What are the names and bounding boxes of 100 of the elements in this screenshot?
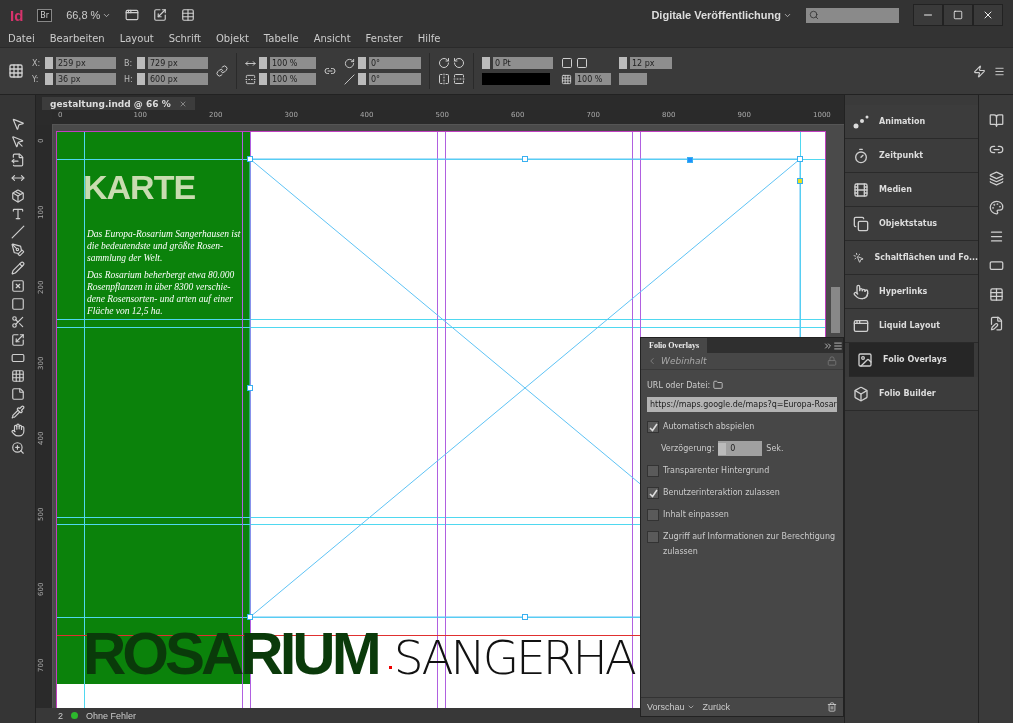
book-icon[interactable]: [988, 113, 1004, 128]
position-field[interactable]: 259 px: [56, 57, 116, 69]
rectangle-tool-icon[interactable]: [10, 297, 25, 311]
trash-icon[interactable]: [827, 702, 837, 712]
dots-icon: [853, 114, 869, 129]
table-icon[interactable]: [988, 287, 1004, 302]
menu-item[interactable]: Ansicht: [313, 33, 351, 44]
document-tab[interactable]: gestaltung.indd @ 66 %: [42, 97, 195, 110]
lightning-icon[interactable]: [973, 64, 986, 78]
field-label: URL oder Datei:: [647, 380, 711, 390]
checkbox[interactable]: [647, 531, 659, 543]
menu-item[interactable]: Schrift: [168, 33, 201, 44]
shear-field[interactable]: 0°: [369, 73, 421, 85]
maximize-button[interactable]: [943, 4, 973, 26]
scrollbar-thumb[interactable]: [831, 287, 840, 333]
rotate-ccw-icon[interactable]: [453, 57, 465, 69]
direct-selection-icon[interactable]: [10, 135, 25, 149]
preview-button[interactable]: Vorschau: [647, 702, 695, 712]
line-tool-icon[interactable]: [10, 225, 25, 239]
close-icon: [982, 9, 994, 21]
stroke-weight-field[interactable]: 0 Pt: [493, 57, 553, 69]
checkbox[interactable]: [647, 465, 659, 477]
film-icon: [853, 181, 869, 198]
checkbox-label: Benutzerinteraktion zulassen: [663, 487, 780, 499]
constrain-proportions-icon[interactable]: [216, 65, 228, 77]
pencil-tool-icon[interactable]: [10, 261, 25, 275]
checkbox-label: Transparenter Hintergrund: [663, 465, 770, 477]
search-field[interactable]: [806, 7, 899, 23]
field-label: Y:: [32, 74, 40, 84]
checkbox-label: Zugriff auf Informationen zur Berechtigung zulassen: [663, 531, 837, 558]
menu-item[interactable]: Tabelle: [263, 33, 299, 44]
rotate-angle-icon[interactable]: [344, 57, 355, 69]
eyedropper-icon[interactable]: [10, 405, 25, 419]
rotate-cw-icon[interactable]: [438, 57, 450, 69]
flip-vertical-icon[interactable]: [453, 73, 465, 85]
folder-icon[interactable]: [713, 380, 724, 390]
size-field[interactable]: 600 px: [148, 73, 208, 85]
body-paragraph: Das Europa-Rosarium Sangerhausen ist die bedeutendste und größte Rosen-sammlung der Welt.: [87, 228, 242, 264]
menu-item[interactable]: Datei: [8, 33, 35, 44]
lines-icon[interactable]: [988, 229, 1004, 244]
maximize-icon: [953, 10, 963, 20]
checkbox[interactable]: [647, 487, 659, 499]
view-options-icon[interactable]: [125, 8, 140, 22]
page-tool-icon[interactable]: [10, 153, 25, 167]
panel-tab[interactable]: Folio Overlays: [641, 338, 707, 353]
note-tool-icon[interactable]: [10, 387, 25, 401]
flip-horizontal-icon[interactable]: [438, 73, 450, 85]
url-field[interactable]: https://maps.google.de/maps?q=Europa-Rosar: [647, 397, 837, 412]
workspace-switcher[interactable]: Digitale Veröffentlichung: [651, 9, 792, 21]
checkbox[interactable]: [647, 509, 659, 521]
hand-pointer-icon: [853, 283, 869, 300]
shear-angle-icon[interactable]: [344, 73, 355, 85]
stopwatch-icon: [853, 147, 869, 164]
frame-tool-icon[interactable]: [10, 279, 25, 293]
hand-tool-icon[interactable]: [10, 423, 25, 437]
position-field[interactable]: 36 px: [56, 73, 116, 85]
menu-item[interactable]: Fenster: [365, 33, 403, 44]
menu-item[interactable]: Bearbeiten: [49, 33, 105, 44]
scale-y-field[interactable]: 100 %: [270, 73, 316, 85]
edit-icon[interactable]: [988, 316, 1004, 331]
palette-icon[interactable]: [988, 200, 1004, 215]
unit-label: Sek.: [766, 444, 784, 453]
reference-point-icon[interactable]: [8, 63, 24, 79]
rotation-field[interactable]: 0°: [369, 57, 421, 69]
collapse-icon[interactable]: [823, 340, 833, 351]
minimize-button[interactable]: [913, 4, 943, 26]
bridge-button[interactable]: Br: [37, 8, 53, 22]
checkbox[interactable]: [647, 421, 659, 433]
menu-item[interactable]: Objekt: [216, 33, 249, 44]
cube-icon: [853, 385, 869, 402]
anchor-mark: [389, 666, 392, 669]
zoom-dropdown[interactable]: 66,8 %: [66, 9, 112, 21]
close-button[interactable]: [973, 4, 1003, 26]
size-field[interactable]: 729 px: [148, 57, 208, 69]
page-field[interactable]: 2: [58, 710, 63, 721]
type-tool-icon[interactable]: [10, 207, 25, 221]
zoom-tool-icon[interactable]: [10, 441, 25, 455]
corner-size-field[interactable]: 12 px: [630, 57, 672, 69]
field-label: H:: [124, 74, 134, 84]
body-paragraph: Das Rosarium beherbergt etwa 80.000 Rosenpflanzen in über 8300 verschie-dene Rosensorten- und arten auf einer Fläche von 12,5 ha.: [87, 269, 236, 317]
selection-tool-icon[interactable]: [10, 117, 25, 131]
app-logo: Id: [10, 6, 24, 24]
panel-menu-icon[interactable]: [833, 340, 843, 351]
lock-icon: [827, 356, 837, 366]
back-button[interactable]: Zurück: [702, 702, 731, 712]
menu-item[interactable]: Layout: [119, 33, 154, 44]
opacity-field[interactable]: 100 %: [575, 73, 611, 85]
status-dot: [71, 712, 78, 719]
layers-icon[interactable]: [988, 171, 1004, 186]
close-icon[interactable]: [178, 99, 187, 108]
scale-x-field[interactable]: 100 %: [270, 57, 316, 69]
menu-item[interactable]: Hilfe: [417, 33, 441, 44]
panel-menu-icon[interactable]: [994, 65, 1005, 77]
scissors-icon[interactable]: [10, 315, 25, 329]
preflight-status[interactable]: Ohne Fehler: [86, 710, 137, 721]
pen-tool-icon[interactable]: [10, 243, 25, 257]
panel-item[interactable]: Folio Overlays: [849, 343, 974, 377]
checkbox-label: Automatisch abspielen: [663, 421, 755, 433]
chain-icon[interactable]: [324, 65, 336, 77]
delay-field[interactable]: 0: [718, 441, 763, 456]
